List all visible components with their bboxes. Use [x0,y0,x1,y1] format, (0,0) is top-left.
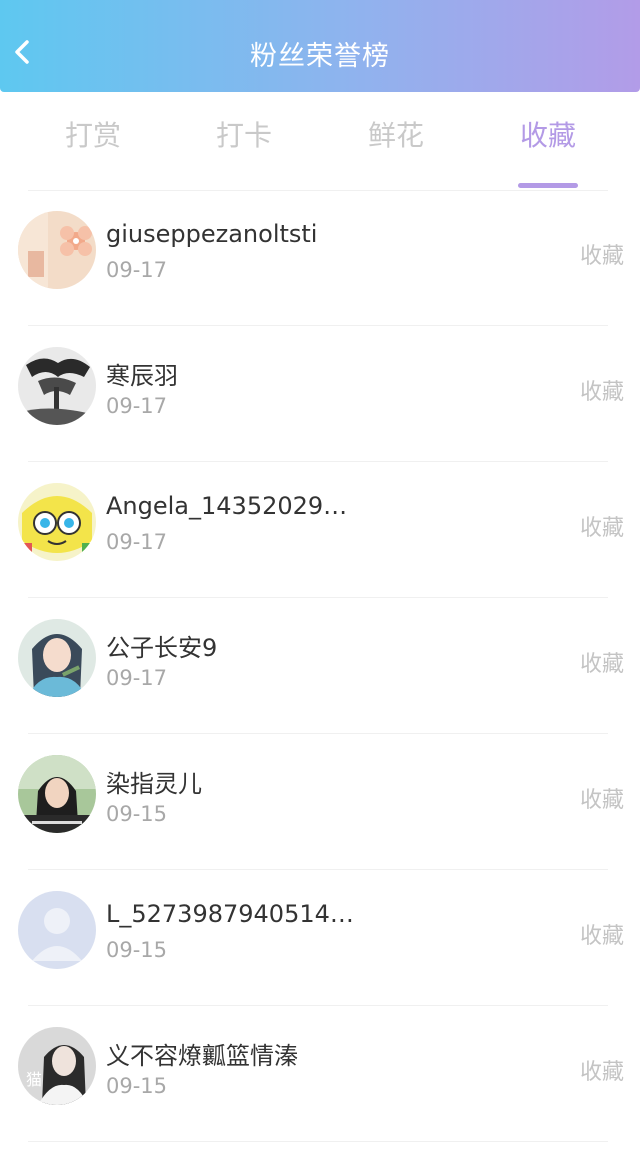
action-label: 收藏 [579,1060,624,1085]
fan-name: 染指灵儿 [106,770,202,798]
action-label: 收藏 [579,244,624,269]
fan-date: 09-15 [106,938,168,962]
tab-checkin[interactable]: 打卡 [164,114,324,154]
divider [28,1141,608,1142]
list-item[interactable]: L_5273987940514… 09-15 收藏 [0,870,640,1006]
list-item[interactable]: 猫 义不容燎瓤篮情溱 09-15 收藏 [0,1006,640,1142]
tab-favorites[interactable]: 收藏 [468,114,628,188]
active-tab-indicator [518,183,578,188]
fan-date: 09-15 [106,1074,168,1098]
avatar[interactable] [18,483,96,561]
fan-name: L_5273987940514… [106,900,354,928]
page-title: 粉丝荣誉榜 [250,41,390,72]
action-label: 收藏 [579,380,624,405]
fan-date: 09-17 [106,394,168,418]
girl-photo-avatar-icon [18,755,96,833]
tab-reward[interactable]: 打赏 [13,114,173,154]
default-user-avatar-icon [18,891,96,969]
fan-date: 09-15 [106,802,168,826]
fan-date: 09-17 [106,258,168,282]
tab-favorites-label: 收藏 [519,119,576,152]
anime-girl-avatar-icon [18,619,96,697]
flower-avatar-icon [18,211,96,289]
avatar[interactable] [18,891,96,969]
avatar[interactable]: 猫 [18,1027,96,1105]
action-label: 收藏 [579,924,624,949]
fan-name: Angela_14352029… [106,492,348,520]
ink-painting-avatar-icon [18,347,96,425]
cartoon-avatar-icon [18,483,96,561]
fan-name: 公子长安9 [106,634,218,662]
fan-date: 09-17 [106,666,168,690]
list-item[interactable]: 染指灵儿 09-15 收藏 [0,734,640,870]
fan-name: giuseppezanoltsti [106,220,318,248]
girl-cat-avatar-icon: 猫 [18,1027,96,1105]
avatar[interactable] [18,755,96,833]
list-item[interactable]: 公子长安9 09-17 收藏 [0,598,640,734]
avatar[interactable] [18,347,96,425]
tab-bar: 打赏 打卡 鲜花 收藏 [0,92,640,190]
action-label: 收藏 [579,652,624,677]
list-item[interactable]: 寒辰羽 09-17 收藏 [0,326,640,462]
action-label: 收藏 [579,516,624,541]
list-item[interactable]: Angela_14352029… 09-17 收藏 [0,462,640,598]
avatar[interactable] [18,211,96,289]
fan-date: 09-17 [106,530,168,554]
fan-name: 义不容燎瓤篮情溱 [106,1042,298,1070]
action-label: 收藏 [579,788,624,813]
fan-name: 寒辰羽 [106,362,178,390]
avatar[interactable] [18,619,96,697]
tab-flowers[interactable]: 鲜花 [316,114,476,154]
list-item[interactable]: giuseppezanoltsti 09-17 收藏 [0,190,640,326]
fan-list: giuseppezanoltsti 09-17 收藏 寒辰羽 09-17 收藏 [0,190,640,1142]
header-bar: 粉丝荣誉榜 [0,0,640,92]
avatar-caption: 猫 [26,1070,42,1089]
